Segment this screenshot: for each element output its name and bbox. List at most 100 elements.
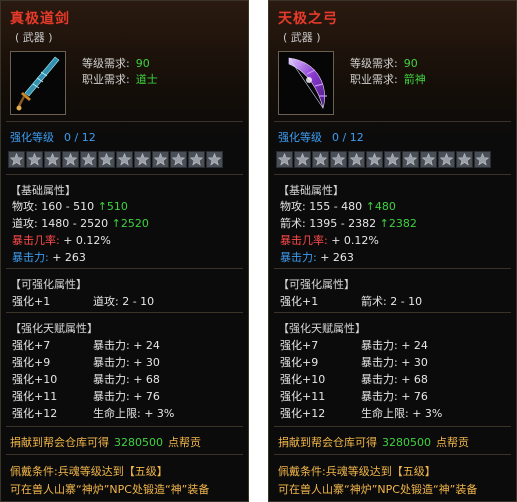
talent-level: 强化+9 bbox=[280, 356, 319, 369]
stat-label: 暴击几率: bbox=[280, 234, 328, 247]
divider bbox=[274, 121, 511, 122]
donate-suffix: 点帮贡 bbox=[168, 436, 201, 449]
stat-up-arrow-icon: ↑ bbox=[365, 200, 375, 213]
divider bbox=[6, 312, 243, 313]
forge-hint: 可在兽人山寨“神炉”NPC处锻造“神”装备 bbox=[10, 483, 210, 496]
stat-dao-attack: 道攻: 1480 - 2520 ↑2520 bbox=[12, 215, 149, 231]
divider bbox=[274, 268, 511, 269]
stat-crit-power: 暴击力: + 263 bbox=[12, 249, 86, 265]
forge-hint: 可在兽人山寨“神炉”NPC处锻造“神”装备 bbox=[278, 483, 478, 496]
stat-label: 物攻: bbox=[12, 200, 38, 213]
divider bbox=[6, 268, 243, 269]
level-requirement: 等级需求: 90 bbox=[350, 55, 418, 71]
bow-icon bbox=[278, 51, 334, 115]
enhanceable-attributes-title: 【可强化属性】 bbox=[10, 278, 87, 291]
stat-bonus: 2520 bbox=[120, 217, 149, 230]
divider bbox=[274, 454, 511, 455]
enhance-level-value: 0 / 12 bbox=[332, 131, 364, 144]
enhanceable-attribute: 箭术: 2 - 10 bbox=[361, 295, 423, 308]
level-requirement-label: 等级需求: bbox=[82, 57, 130, 70]
stat-value: + 263 bbox=[320, 251, 354, 264]
talent-attribute: 暴击力: + 76 bbox=[361, 390, 428, 403]
enhance-star-icon bbox=[116, 151, 133, 168]
enhance-star-icon bbox=[26, 151, 43, 168]
stat-label: 道攻: bbox=[12, 217, 38, 230]
item-tooltip-bow: 天极之弓 ( 武器 ) 等级需求: 90 职业需求: 箭神 强化等级 0 / 12 【… bbox=[268, 0, 517, 502]
stat-label: 暴击力: bbox=[280, 251, 317, 264]
stat-value: + 0.12% bbox=[331, 234, 379, 247]
talent-level: 强化+11 bbox=[12, 390, 58, 403]
enhanceable-attributes-title: 【可强化属性】 bbox=[278, 278, 355, 291]
enhance-level-label: 强化等级 bbox=[10, 131, 54, 144]
talent-level: 强化+7 bbox=[12, 339, 51, 352]
stat-crit-rate: 暴击几率: + 0.12% bbox=[12, 232, 111, 248]
divider bbox=[6, 454, 243, 455]
enhance-star-icon bbox=[438, 151, 455, 168]
enhance-star-icon bbox=[330, 151, 347, 168]
enhance-star-icon bbox=[188, 151, 205, 168]
talent-level: 强化+10 bbox=[12, 373, 58, 386]
divider bbox=[6, 174, 243, 175]
stat-value: 1480 - 2520 bbox=[41, 217, 109, 230]
stat-label: 暴击力: bbox=[12, 251, 49, 264]
enhance-level: 强化等级 0 / 12 bbox=[10, 129, 96, 145]
level-requirement-value: 90 bbox=[135, 57, 150, 70]
talent-attribute: 暴击力: + 24 bbox=[361, 339, 428, 352]
base-attributes-title: 【基础属性】 bbox=[10, 184, 76, 197]
talent-attribute: 生命上限: + 3% bbox=[93, 407, 175, 420]
talent-level: 强化+12 bbox=[12, 407, 58, 420]
enhance-stars bbox=[8, 151, 223, 168]
talent-attribute: 暴击力: + 30 bbox=[361, 356, 428, 369]
enhance-star-icon bbox=[348, 151, 365, 168]
stat-up-arrow-icon: ↑ bbox=[111, 217, 121, 230]
talent-attribute: 暴击力: + 68 bbox=[93, 373, 160, 386]
talent-level: 强化+10 bbox=[280, 373, 326, 386]
stat-bonus: 510 bbox=[106, 200, 128, 213]
enhance-star-icon bbox=[276, 151, 293, 168]
enhance-star-icon bbox=[98, 151, 115, 168]
stat-value: 160 - 510 bbox=[41, 200, 95, 213]
enhance-level-label: 强化等级 bbox=[278, 131, 322, 144]
enhance-level: 强化等级 0 / 12 bbox=[278, 129, 364, 145]
stat-label: 暴击几率: bbox=[12, 234, 60, 247]
donate-info: 捐献到帮会仓库可得 3280500 点帮贡 bbox=[278, 434, 469, 450]
stat-value: 155 - 480 bbox=[309, 200, 363, 213]
enhance-star-icon bbox=[152, 151, 169, 168]
stat-label: 箭术: bbox=[280, 217, 306, 230]
talent-attribute: 暴击力: + 30 bbox=[93, 356, 160, 369]
stat-archery: 箭术: 1395 - 2382 ↑2382 bbox=[280, 215, 417, 231]
stat-value: + 263 bbox=[52, 251, 86, 264]
enhance-star-icon bbox=[420, 151, 437, 168]
item-tooltip-sword: 真极道剑 ( 武器 ) 等级需求: 90 职业需求: 道士 强化等级 0 / 12 【… bbox=[0, 0, 249, 502]
talent-attribute: 暴击力: + 68 bbox=[361, 373, 428, 386]
stat-physical-attack: 物攻: 160 - 510 ↑510 bbox=[12, 198, 128, 214]
divider bbox=[274, 174, 511, 175]
job-requirement: 职业需求: 道士 bbox=[82, 71, 158, 87]
donate-prefix: 捐献到帮会仓库可得 bbox=[278, 436, 377, 449]
talent-attributes-title: 【强化天赋属性】 bbox=[10, 322, 98, 335]
talent-attribute: 暴击力: + 76 bbox=[93, 390, 160, 403]
enhance-star-icon bbox=[8, 151, 25, 168]
enhance-star-icon bbox=[44, 151, 61, 168]
enhance-star-icon bbox=[402, 151, 419, 168]
stat-crit-power: 暴击力: + 263 bbox=[280, 249, 354, 265]
enhanceable-level: 强化+1 bbox=[12, 295, 51, 308]
sword-icon bbox=[10, 51, 66, 115]
talent-level: 强化+11 bbox=[280, 390, 326, 403]
stat-up-arrow-icon: ↑ bbox=[379, 217, 389, 230]
item-type: ( 武器 ) bbox=[283, 31, 321, 44]
item-type: ( 武器 ) bbox=[15, 31, 53, 44]
enhance-star-icon bbox=[80, 151, 97, 168]
stat-up-arrow-icon: ↑ bbox=[97, 200, 107, 213]
stat-crit-rate: 暴击几率: + 0.12% bbox=[280, 232, 379, 248]
divider bbox=[274, 426, 511, 427]
stat-physical-attack: 物攻: 155 - 480 ↑480 bbox=[280, 198, 396, 214]
enhance-level-value: 0 / 12 bbox=[64, 131, 96, 144]
job-requirement-label: 职业需求: bbox=[82, 73, 130, 86]
enhanceable-attribute: 道攻: 2 - 10 bbox=[93, 295, 155, 308]
job-requirement-label: 职业需求: bbox=[350, 73, 398, 86]
talent-level: 强化+12 bbox=[280, 407, 326, 420]
item-name: 天极之弓 bbox=[278, 11, 338, 27]
level-requirement-value: 90 bbox=[403, 57, 418, 70]
equip-condition: 佩戴条件:兵魂等级达到【五级】 bbox=[278, 465, 436, 478]
